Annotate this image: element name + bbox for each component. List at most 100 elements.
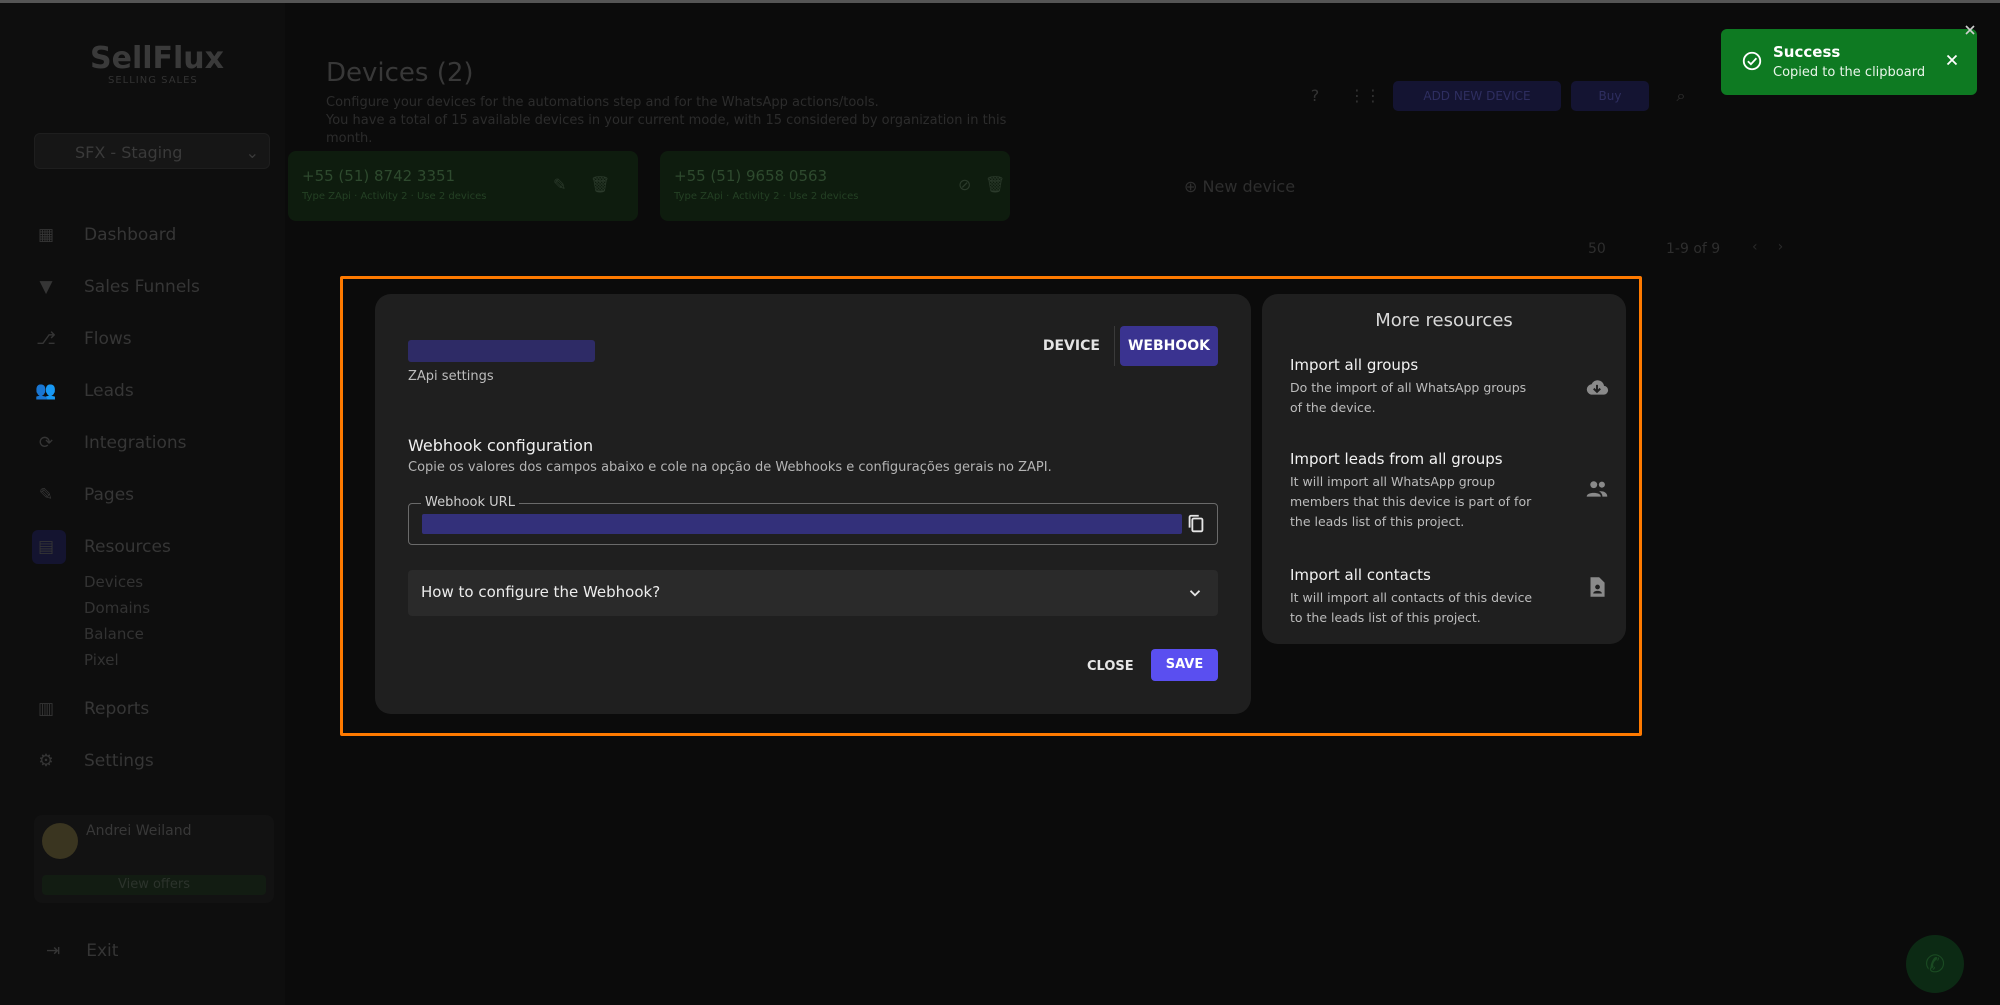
- resource-description: It will import all WhatsApp group member…: [1290, 474, 1532, 529]
- resource-title: Import all groups: [1290, 356, 1419, 374]
- webhook-config-title: Webhook configuration: [408, 436, 594, 455]
- device-meta: Type ZApi · Activity 2 · Use 2 devices: [674, 191, 859, 202]
- sidebar-item-settings[interactable]: ⚙ Settings: [36, 746, 154, 776]
- close-button[interactable]: CLOSE: [1081, 651, 1140, 683]
- sidebar-item-label: Settings: [84, 751, 154, 771]
- close-icon[interactable]: [1962, 22, 1978, 38]
- chevron-right-icon[interactable]: ›: [1778, 239, 1804, 255]
- webhook-help-accordion[interactable]: How to configure the Webhook?: [408, 570, 1218, 616]
- page-description-line: Configure your devices for the automatio…: [326, 95, 879, 110]
- pages-icon: ✎: [38, 485, 54, 505]
- sidebar-item-reports[interactable]: ▥ Reports: [36, 694, 149, 724]
- webhook-settings-modal: ZApi settings DEVICE WEBHOOK Webhook con…: [375, 294, 1251, 714]
- redacted-title: [408, 340, 595, 362]
- sidebar-item-label: Sales Funnels: [84, 277, 200, 297]
- sidebar-subitem-devices[interactable]: Devices: [84, 573, 143, 591]
- whatsapp-chat-button[interactable]: ✆: [1906, 935, 1964, 993]
- funnel-icon: ▼: [39, 277, 53, 297]
- contact-file-icon[interactable]: [1584, 574, 1610, 600]
- leads-icon: 👥: [35, 381, 57, 401]
- sidebar-item-label: Pages: [84, 485, 135, 505]
- sidebar-item-resources[interactable]: ▤ Resources: [36, 532, 171, 562]
- device-card[interactable]: +55 (51) 9658 0563 Type ZApi · Activity …: [660, 151, 1010, 221]
- avatar[interactable]: [42, 823, 78, 859]
- modal-subtitle: ZApi settings: [408, 369, 494, 384]
- user-card: Andrei Weiland View offers: [34, 815, 274, 903]
- sidebar-item-label: Dashboard: [84, 225, 177, 245]
- import-leads-from-groups-item[interactable]: Import leads from all groups It will imp…: [1290, 450, 1610, 532]
- help-icon[interactable]: ?: [1305, 86, 1325, 106]
- webhook-url-field[interactable]: Webhook URL: [408, 495, 1218, 545]
- per-page-select[interactable]: 50: [1588, 241, 1606, 257]
- cloud-download-icon[interactable]: [1584, 374, 1610, 400]
- device-number: +55 (51) 8742 3351: [302, 167, 456, 185]
- device-meta: Type ZApi · Activity 2 · Use 2 devices: [302, 191, 487, 202]
- plus-circle-icon: ⊕: [1184, 177, 1198, 196]
- page-description-line: You have a total of 15 available devices…: [326, 113, 1007, 146]
- buy-button[interactable]: Buy: [1571, 81, 1649, 111]
- sidebar-item-label: Reports: [84, 699, 150, 719]
- save-button[interactable]: SAVE: [1151, 649, 1218, 681]
- resource-description: It will import all contacts of this devi…: [1290, 590, 1533, 625]
- sidebar-item-sales-funnels[interactable]: ▼ Sales Funnels: [36, 272, 200, 302]
- sidebar-subitem-domains[interactable]: Domains: [84, 599, 150, 617]
- sidebar-item-label: Flows: [84, 329, 132, 349]
- add-new-device-button[interactable]: ADD NEW DEVICE: [1393, 81, 1561, 111]
- import-all-contacts-item[interactable]: Import all contacts It will import all c…: [1290, 566, 1610, 628]
- device-card[interactable]: +55 (51) 8742 3351 Type ZApi · Activity …: [288, 151, 638, 221]
- apps-grid-icon[interactable]: ⋮⋮: [1349, 86, 1381, 106]
- project-select-value: SFX - Staging: [75, 143, 183, 162]
- people-icon[interactable]: [1584, 476, 1610, 502]
- reports-icon: ▥: [37, 699, 55, 719]
- new-device-label: New device: [1202, 177, 1296, 196]
- trash-icon[interactable]: 🗑: [985, 175, 1005, 194]
- modal-tabs: DEVICE WEBHOOK: [1029, 326, 1218, 366]
- check-circle-icon: [1742, 51, 1762, 71]
- resource-title: Import leads from all groups: [1290, 450, 1503, 468]
- flows-icon: ⎇: [36, 329, 56, 349]
- chat-icon: ✆: [1924, 950, 1946, 978]
- more-resources-title: More resources: [1375, 310, 1513, 331]
- redacted-webhook-url: [422, 514, 1182, 534]
- sidebar-item-pages[interactable]: ✎ Pages: [36, 480, 134, 510]
- sidebar: SellFlux SELLING SALES SFX - Staging ⌄ ▦…: [0, 3, 285, 1005]
- close-icon[interactable]: [1943, 51, 1961, 69]
- project-select[interactable]: SFX - Staging ⌄: [34, 133, 270, 169]
- import-all-groups-item[interactable]: Import all groups Do the import of all W…: [1290, 356, 1610, 418]
- sidebar-subitem-balance[interactable]: Balance: [84, 625, 144, 643]
- resource-description: Do the import of all WhatsApp groups of …: [1290, 380, 1527, 415]
- trash-icon[interactable]: 🗑: [590, 175, 610, 194]
- pagination-nav: ‹›: [1752, 239, 1803, 255]
- search-icon[interactable]: ⌕: [1671, 86, 1691, 106]
- copy-icon[interactable]: [1185, 512, 1207, 536]
- sidebar-subitem-pixel[interactable]: Pixel: [84, 651, 119, 669]
- gear-icon: ⚙: [38, 751, 54, 771]
- page-description: Configure your devices for the automatio…: [326, 94, 1046, 148]
- toast-message: Copied to the clipboard: [1773, 65, 1926, 80]
- app-logo-subtitle: SELLING SALES: [108, 75, 198, 86]
- new-device-button[interactable]: ⊕ New device: [1184, 177, 1295, 196]
- sidebar-item-leads[interactable]: 👥 Leads: [35, 376, 133, 406]
- exit-icon: ⇥: [46, 941, 61, 961]
- sidebar-item-flows[interactable]: ⎇ Flows: [36, 324, 132, 354]
- view-offers-button[interactable]: View offers: [42, 875, 266, 895]
- chevron-left-icon[interactable]: ‹: [1752, 239, 1778, 255]
- edit-icon[interactable]: ✎: [553, 175, 566, 194]
- tab-device[interactable]: DEVICE: [1029, 326, 1114, 366]
- webhook-url-label: Webhook URL: [421, 495, 519, 510]
- sidebar-item-dashboard[interactable]: ▦ Dashboard: [36, 220, 176, 250]
- webhook-config-description: Copie os valores dos campos abaixo e col…: [408, 460, 1052, 475]
- success-toast: Success Copied to the clipboard: [1721, 29, 1977, 95]
- chevron-down-icon: [1189, 590, 1201, 597]
- accordion-label: How to configure the Webhook?: [421, 583, 661, 601]
- sidebar-item-label: Integrations: [84, 433, 187, 453]
- link-icon[interactable]: ⊘: [958, 175, 971, 194]
- tab-webhook[interactable]: WEBHOOK: [1119, 326, 1218, 366]
- chevron-down-icon: ⌄: [245, 143, 259, 162]
- dashboard-icon: ▦: [37, 225, 55, 245]
- resource-title: Import all contacts: [1290, 566, 1431, 584]
- sidebar-item-integrations[interactable]: ⟳ Integrations: [36, 428, 187, 458]
- integrations-icon: ⟳: [38, 433, 54, 453]
- exit-button[interactable]: ⇥ Exit: [46, 941, 118, 961]
- exit-label: Exit: [86, 941, 119, 961]
